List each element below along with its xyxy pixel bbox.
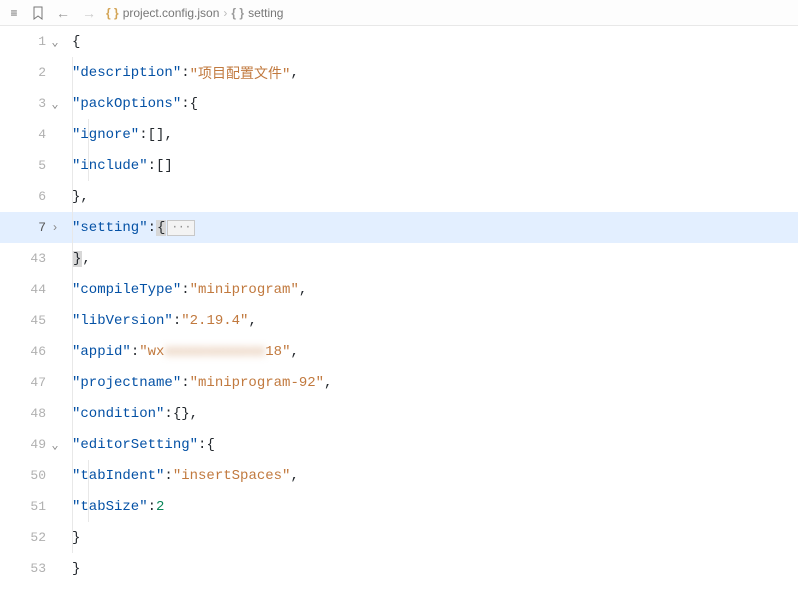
gutter: 1⌄ 2 3⌄ 4 5 6 7› 43 44 45 46 47 48 49⌄ 5… bbox=[0, 26, 64, 597]
line-number: 43 bbox=[30, 251, 46, 266]
fold-right-icon[interactable]: › bbox=[48, 221, 62, 235]
line-number: 52 bbox=[30, 530, 46, 545]
line-number: 45 bbox=[30, 313, 46, 328]
folded-marker[interactable]: ··· bbox=[167, 220, 195, 236]
fold-down-icon[interactable]: ⌄ bbox=[48, 34, 62, 49]
bookmark-icon[interactable] bbox=[30, 5, 46, 21]
breadcrumb: { } project.config.json › { } setting bbox=[106, 6, 283, 20]
code-line: "tabIndent": "insertSpaces", bbox=[64, 460, 798, 491]
breadcrumb-symbol[interactable]: { } setting bbox=[231, 6, 283, 20]
line-number: 7 bbox=[38, 220, 46, 235]
editor-body: 1⌄ 2 3⌄ 4 5 6 7› 43 44 45 46 47 48 49⌄ 5… bbox=[0, 26, 798, 597]
line-number: 2 bbox=[38, 65, 46, 80]
code-line: }, bbox=[64, 243, 798, 274]
code-line: "packOptions": { bbox=[64, 88, 798, 119]
line-number: 51 bbox=[30, 499, 46, 514]
code-line: "compileType": "miniprogram", bbox=[64, 274, 798, 305]
code-line: } bbox=[64, 522, 798, 553]
code-line: "tabSize": 2 bbox=[64, 491, 798, 522]
code-line: "appid": "wxxxxxxxxxxxxx18", bbox=[64, 336, 798, 367]
more-icon[interactable]: ≡ bbox=[6, 5, 22, 21]
code-line: { bbox=[64, 26, 798, 57]
redacted-appid: xxxxxxxxxxxx bbox=[164, 344, 265, 360]
code-area[interactable]: { "description": "项目配置文件", "packOptions"… bbox=[64, 26, 798, 597]
line-number: 6 bbox=[38, 189, 46, 204]
code-line: "editorSetting": { bbox=[64, 429, 798, 460]
nav-forward-icon[interactable]: → bbox=[80, 5, 98, 21]
line-number: 1 bbox=[38, 34, 46, 49]
breadcrumb-symbol-label: setting bbox=[248, 6, 283, 20]
line-number: 46 bbox=[30, 344, 46, 359]
breadcrumb-separator-icon: › bbox=[223, 6, 227, 20]
line-number: 5 bbox=[38, 158, 46, 173]
breadcrumb-file[interactable]: { } project.config.json bbox=[106, 6, 219, 20]
code-line: }, bbox=[64, 181, 798, 212]
line-number: 47 bbox=[30, 375, 46, 390]
code-line: "condition": {}, bbox=[64, 398, 798, 429]
code-line: "ignore": [], bbox=[64, 119, 798, 150]
code-line: "description": "项目配置文件", bbox=[64, 57, 798, 88]
line-number: 49 bbox=[30, 437, 46, 452]
code-line: } bbox=[64, 553, 798, 584]
line-number: 48 bbox=[30, 406, 46, 421]
json-object-icon: { } bbox=[231, 6, 244, 20]
line-number: 3 bbox=[38, 96, 46, 111]
code-line: "projectname": "miniprogram-92", bbox=[64, 367, 798, 398]
json-file-icon: { } bbox=[106, 6, 119, 20]
top-bar: ≡ ← → { } project.config.json › { } sett… bbox=[0, 0, 798, 26]
editor-container: ≡ ← → { } project.config.json › { } sett… bbox=[0, 0, 798, 597]
code-line: "libVersion": "2.19.4", bbox=[64, 305, 798, 336]
nav-back-icon[interactable]: ← bbox=[54, 5, 72, 21]
fold-down-icon[interactable]: ⌄ bbox=[48, 437, 62, 452]
line-number: 44 bbox=[30, 282, 46, 297]
breadcrumb-file-label: project.config.json bbox=[123, 6, 220, 20]
line-number: 4 bbox=[38, 127, 46, 142]
fold-down-icon[interactable]: ⌄ bbox=[48, 96, 62, 111]
line-number: 50 bbox=[30, 468, 46, 483]
code-line: "include": [] bbox=[64, 150, 798, 181]
code-line: "setting": {··· bbox=[64, 212, 798, 243]
line-number: 53 bbox=[30, 561, 46, 576]
